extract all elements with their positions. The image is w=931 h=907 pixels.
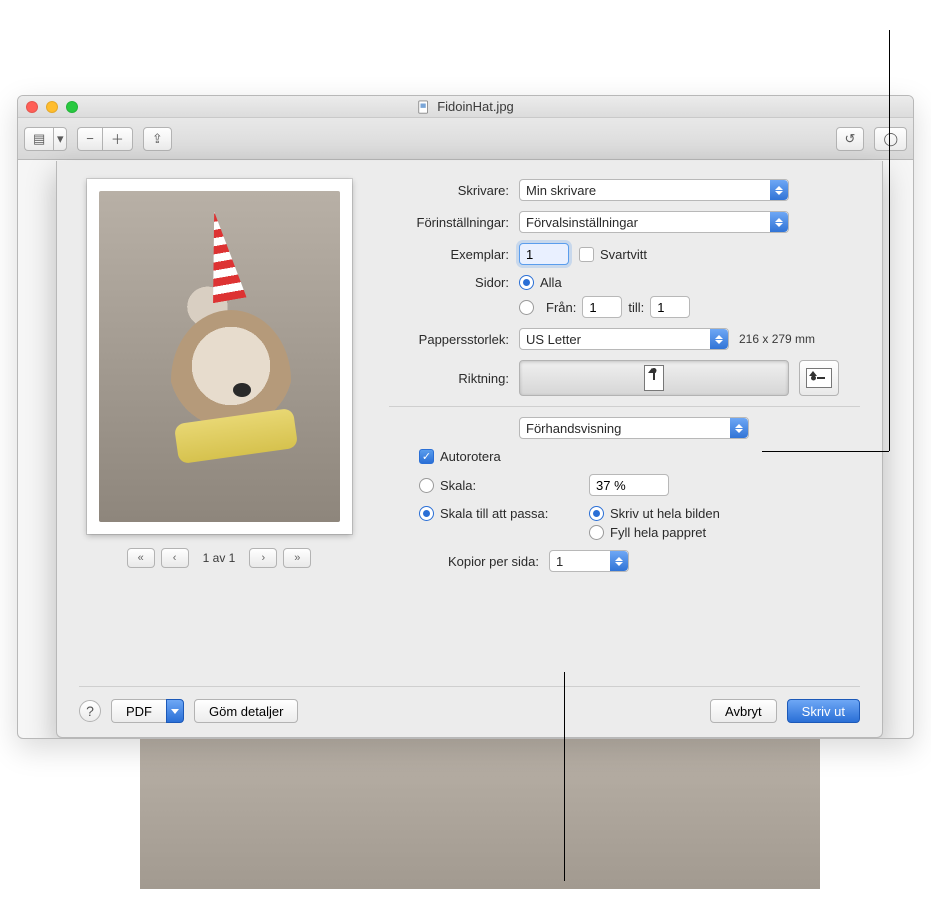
copies-per-page-label: Kopior per sida: xyxy=(389,554,549,569)
print-button[interactable]: Skriv ut xyxy=(787,699,860,723)
autorotate-checkbox[interactable] xyxy=(419,449,434,464)
pdf-label: PDF xyxy=(126,704,152,719)
copies-input[interactable] xyxy=(519,243,569,265)
page-navigator: « ‹ 1 av 1 › » xyxy=(127,548,312,568)
copies-label: Exemplar: xyxy=(389,247,519,262)
pdf-menu-button[interactable]: PDF xyxy=(111,699,184,723)
printer-select[interactable]: Min skrivare xyxy=(519,179,789,201)
titlebar: FidoinHat.jpg xyxy=(18,96,913,118)
printer-label: Skrivare: xyxy=(389,183,519,198)
copies-per-page-select[interactable]: 1 xyxy=(549,550,629,572)
divider xyxy=(389,406,860,407)
toolbar: ▤ ▾ − ＋ ⇪ ↺ ◯ xyxy=(18,118,913,160)
dialog-footer: ? PDF Göm detaljer Avbryt Skriv ut xyxy=(79,686,860,723)
markup-button[interactable]: ◯ xyxy=(874,127,907,151)
pages-to-input[interactable] xyxy=(650,296,690,318)
app-window: FidoinHat.jpg ▤ ▾ − ＋ ⇪ ↺ ◯ xyxy=(17,95,914,739)
callout-line xyxy=(762,451,889,452)
scale-fit-radio[interactable] xyxy=(419,506,434,521)
share-button[interactable]: ⇪ xyxy=(143,127,172,151)
autorotate-label: Autorotera xyxy=(440,449,501,464)
papersize-select[interactable]: US Letter xyxy=(519,328,729,350)
printer-value: Min skrivare xyxy=(526,183,596,198)
presets-label: Förinställningar: xyxy=(389,215,519,230)
orientation-portrait-button[interactable] xyxy=(519,360,789,396)
print-whole-label: Skriv ut hela bilden xyxy=(610,506,720,521)
bw-checkbox[interactable] xyxy=(579,247,594,262)
pages-from-input[interactable] xyxy=(582,296,622,318)
rotate-button[interactable]: ↺ xyxy=(836,127,865,151)
preview-image xyxy=(99,191,340,522)
app-options-select[interactable]: Förhandsvisning xyxy=(519,417,749,439)
sidebar-toggle-button[interactable]: ▤ xyxy=(24,127,53,151)
fill-paper-radio[interactable] xyxy=(589,525,604,540)
cancel-button[interactable]: Avbryt xyxy=(710,699,777,723)
callout-line xyxy=(889,30,890,451)
orientation-label: Riktning: xyxy=(389,371,519,386)
copies-per-page-value: 1 xyxy=(556,554,563,569)
pages-all-radio[interactable] xyxy=(519,275,534,290)
pages-from-label: Från: xyxy=(546,300,576,315)
bw-label: Svartvitt xyxy=(600,247,647,262)
pages-to-label: till: xyxy=(628,300,644,315)
scale-radio[interactable] xyxy=(419,478,434,493)
background-image-strip xyxy=(140,739,820,889)
scale-label: Skala: xyxy=(440,478,476,493)
first-page-button[interactable]: « xyxy=(127,548,155,568)
hide-details-button[interactable]: Göm detaljer xyxy=(194,699,298,723)
print-preview-page xyxy=(87,179,352,534)
papersize-value: US Letter xyxy=(526,332,581,347)
filename-text: FidoinHat.jpg xyxy=(437,99,514,114)
file-icon xyxy=(417,100,431,114)
papersize-label: Pappersstorlek: xyxy=(389,332,519,347)
app-options-value: Förhandsvisning xyxy=(526,421,621,436)
scale-input[interactable] xyxy=(589,474,669,496)
paper-dimensions: 216 x 279 mm xyxy=(739,332,815,346)
print-whole-radio[interactable] xyxy=(589,506,604,521)
minimize-icon[interactable] xyxy=(46,101,58,113)
print-dialog: « ‹ 1 av 1 › » Skrivare: Min skrivare xyxy=(56,161,883,738)
presets-value: Förvalsinställningar xyxy=(526,215,638,230)
help-button[interactable]: ? xyxy=(79,700,101,722)
pages-label: Sidor: xyxy=(389,275,519,290)
presets-select[interactable]: Förvalsinställningar xyxy=(519,211,789,233)
prev-page-button[interactable]: ‹ xyxy=(161,548,189,568)
fill-paper-label: Fyll hela pappret xyxy=(610,525,706,540)
scale-fit-label: Skala till att passa: xyxy=(440,506,548,521)
sidebar-menu-button[interactable]: ▾ xyxy=(53,127,67,151)
chevron-down-icon xyxy=(166,699,184,723)
traffic-lights xyxy=(26,101,78,113)
next-page-button[interactable]: › xyxy=(249,548,277,568)
page-indicator: 1 av 1 xyxy=(203,551,236,565)
pages-range-radio[interactable] xyxy=(519,300,534,315)
pages-all-label: Alla xyxy=(540,275,562,290)
window-title: FidoinHat.jpg xyxy=(18,99,913,114)
zoom-in-button[interactable]: ＋ xyxy=(102,127,133,151)
orientation-landscape-button[interactable] xyxy=(799,360,839,396)
close-icon[interactable] xyxy=(26,101,38,113)
zoom-icon[interactable] xyxy=(66,101,78,113)
zoom-out-button[interactable]: − xyxy=(77,127,102,151)
callout-line xyxy=(564,672,565,881)
last-page-button[interactable]: » xyxy=(283,548,311,568)
